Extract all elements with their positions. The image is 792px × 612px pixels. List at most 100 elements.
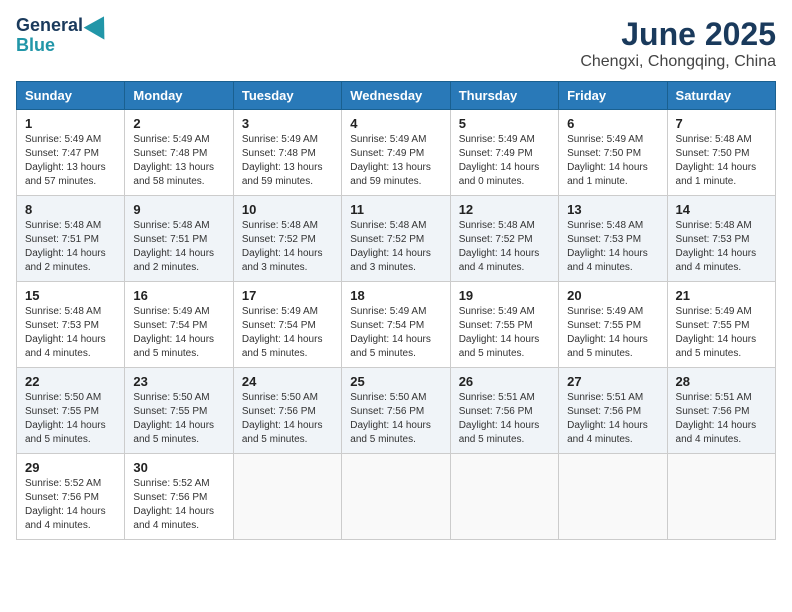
calendar-cell: 10Sunrise: 5:48 AM Sunset: 7:52 PM Dayli…: [233, 196, 341, 282]
calendar-cell: [342, 454, 450, 540]
day-number: 20: [567, 288, 658, 303]
day-info: Sunrise: 5:50 AM Sunset: 7:55 PM Dayligh…: [25, 391, 116, 447]
day-number: 26: [459, 374, 550, 389]
day-number: 9: [133, 202, 224, 217]
day-number: 3: [242, 116, 333, 131]
day-info: Sunrise: 5:50 AM Sunset: 7:56 PM Dayligh…: [242, 391, 333, 447]
calendar-cell: 18 Sunrise: 5:49 AM Sunset: 7:54 PM Dayli…: [342, 282, 450, 368]
day-number: 30: [133, 460, 224, 475]
day-number: 16: [133, 288, 224, 303]
page-header: General Blue June 2025 Chengxi, Chongqin…: [16, 16, 776, 71]
day-info: Sunrise: 5:48 AM Sunset: 7:52 PM Dayligh…: [350, 219, 441, 275]
day-number: 17: [242, 288, 333, 303]
calendar-cell: 27 Sunrise: 5:51 AM Sunset: 7:56 PM Dayli…: [559, 368, 667, 454]
calendar-cell: 14 Sunrise: 5:48 AM Sunset: 7:53 PM Dayli…: [667, 196, 775, 282]
calendar-cell: 5 Sunrise: 5:49 AM Sunset: 7:49 PM Daylig…: [450, 110, 558, 196]
day-number: 2: [133, 116, 224, 131]
calendar-week-row: 22 Sunrise: 5:50 AM Sunset: 7:55 PM Dayli…: [17, 368, 776, 454]
day-info: Sunrise: 5:50 AM Sunset: 7:55 PM Dayligh…: [133, 391, 224, 447]
day-info: Sunrise: 5:49 AM Sunset: 7:48 PM Dayligh…: [133, 133, 224, 189]
day-info: Sunrise: 5:48 AM Sunset: 7:51 PM Dayligh…: [133, 219, 224, 275]
day-number: 8: [25, 202, 116, 217]
calendar-cell: 24Sunrise: 5:50 AM Sunset: 7:56 PM Dayli…: [233, 368, 341, 454]
day-number: 1: [25, 116, 116, 131]
calendar-table: SundayMondayTuesdayWednesdayThursdayFrid…: [16, 81, 776, 540]
calendar-cell: 6Sunrise: 5:49 AM Sunset: 7:50 PM Daylig…: [559, 110, 667, 196]
day-number: 19: [459, 288, 550, 303]
day-number: 25: [350, 374, 441, 389]
day-number: 27: [567, 374, 658, 389]
day-number: 28: [676, 374, 767, 389]
day-number: 4: [350, 116, 441, 131]
day-info: Sunrise: 5:49 AM Sunset: 7:48 PM Dayligh…: [242, 133, 333, 189]
day-info: Sunrise: 5:51 AM Sunset: 7:56 PM Dayligh…: [676, 391, 767, 447]
calendar-cell: 7 Sunrise: 5:48 AM Sunset: 7:50 PM Daylig…: [667, 110, 775, 196]
day-info: Sunrise: 5:49 AM Sunset: 7:49 PM Dayligh…: [350, 133, 441, 189]
day-number: 5: [459, 116, 550, 131]
calendar-week-row: 8 Sunrise: 5:48 AM Sunset: 7:51 PM Daylig…: [17, 196, 776, 282]
calendar-day-header: Sunday: [17, 82, 125, 110]
calendar-cell: 30 Sunrise: 5:52 AM Sunset: 7:56 PM Dayli…: [125, 454, 233, 540]
day-info: Sunrise: 5:48 AM Sunset: 7:53 PM Dayligh…: [676, 219, 767, 275]
calendar-cell: 1 Sunrise: 5:49 AM Sunset: 7:47 PM Daylig…: [17, 110, 125, 196]
calendar-cell: 2 Sunrise: 5:49 AM Sunset: 7:48 PM Daylig…: [125, 110, 233, 196]
logo-text-blue: Blue: [16, 36, 55, 56]
calendar-cell: 4 Sunrise: 5:49 AM Sunset: 7:49 PM Daylig…: [342, 110, 450, 196]
logo-triangle-icon: [84, 10, 115, 39]
day-number: 21: [676, 288, 767, 303]
calendar-week-row: 15Sunrise: 5:48 AM Sunset: 7:53 PM Dayli…: [17, 282, 776, 368]
calendar-week-row: 1 Sunrise: 5:49 AM Sunset: 7:47 PM Daylig…: [17, 110, 776, 196]
day-number: 22: [25, 374, 116, 389]
calendar-cell: 8 Sunrise: 5:48 AM Sunset: 7:51 PM Daylig…: [17, 196, 125, 282]
calendar-cell: 28 Sunrise: 5:51 AM Sunset: 7:56 PM Dayli…: [667, 368, 775, 454]
day-number: 7: [676, 116, 767, 131]
calendar-cell: 19 Sunrise: 5:49 AM Sunset: 7:55 PM Dayli…: [450, 282, 558, 368]
page-title: June 2025: [580, 16, 776, 53]
calendar-day-header: Saturday: [667, 82, 775, 110]
calendar-cell: 17Sunrise: 5:49 AM Sunset: 7:54 PM Dayli…: [233, 282, 341, 368]
day-info: Sunrise: 5:49 AM Sunset: 7:55 PM Dayligh…: [459, 305, 550, 361]
calendar-cell: 20Sunrise: 5:49 AM Sunset: 7:55 PM Dayli…: [559, 282, 667, 368]
calendar-day-header: Friday: [559, 82, 667, 110]
day-info: Sunrise: 5:49 AM Sunset: 7:50 PM Dayligh…: [567, 133, 658, 189]
calendar-cell: [450, 454, 558, 540]
calendar-cell: 21 Sunrise: 5:49 AM Sunset: 7:55 PM Dayli…: [667, 282, 775, 368]
day-number: 14: [676, 202, 767, 217]
day-info: Sunrise: 5:51 AM Sunset: 7:56 PM Dayligh…: [459, 391, 550, 447]
day-info: Sunrise: 5:48 AM Sunset: 7:51 PM Dayligh…: [25, 219, 116, 275]
day-info: Sunrise: 5:48 AM Sunset: 7:53 PM Dayligh…: [567, 219, 658, 275]
day-info: Sunrise: 5:48 AM Sunset: 7:52 PM Dayligh…: [459, 219, 550, 275]
day-info: Sunrise: 5:50 AM Sunset: 7:56 PM Dayligh…: [350, 391, 441, 447]
calendar-cell: 3 Sunrise: 5:49 AM Sunset: 7:48 PM Daylig…: [233, 110, 341, 196]
calendar-cell: 26 Sunrise: 5:51 AM Sunset: 7:56 PM Dayli…: [450, 368, 558, 454]
calendar-cell: 13Sunrise: 5:48 AM Sunset: 7:53 PM Dayli…: [559, 196, 667, 282]
day-info: Sunrise: 5:51 AM Sunset: 7:56 PM Dayligh…: [567, 391, 658, 447]
day-info: Sunrise: 5:49 AM Sunset: 7:55 PM Dayligh…: [676, 305, 767, 361]
calendar-cell: 9 Sunrise: 5:48 AM Sunset: 7:51 PM Daylig…: [125, 196, 233, 282]
day-info: Sunrise: 5:52 AM Sunset: 7:56 PM Dayligh…: [25, 477, 116, 533]
day-info: Sunrise: 5:49 AM Sunset: 7:49 PM Dayligh…: [459, 133, 550, 189]
day-number: 18: [350, 288, 441, 303]
logo: General Blue: [16, 16, 111, 56]
day-number: 15: [25, 288, 116, 303]
calendar-cell: 25 Sunrise: 5:50 AM Sunset: 7:56 PM Dayli…: [342, 368, 450, 454]
calendar-day-header: Monday: [125, 82, 233, 110]
calendar-cell: [667, 454, 775, 540]
calendar-cell: 22 Sunrise: 5:50 AM Sunset: 7:55 PM Dayli…: [17, 368, 125, 454]
day-info: Sunrise: 5:49 AM Sunset: 7:54 PM Dayligh…: [350, 305, 441, 361]
day-info: Sunrise: 5:52 AM Sunset: 7:56 PM Dayligh…: [133, 477, 224, 533]
calendar-cell: 29 Sunrise: 5:52 AM Sunset: 7:56 PM Dayli…: [17, 454, 125, 540]
page-subtitle: Chengxi, Chongqing, China: [580, 53, 776, 71]
day-number: 12: [459, 202, 550, 217]
calendar-day-header: Thursday: [450, 82, 558, 110]
day-number: 29: [25, 460, 116, 475]
calendar-week-row: 29 Sunrise: 5:52 AM Sunset: 7:56 PM Dayli…: [17, 454, 776, 540]
day-info: Sunrise: 5:48 AM Sunset: 7:50 PM Dayligh…: [676, 133, 767, 189]
calendar-cell: 15Sunrise: 5:48 AM Sunset: 7:53 PM Dayli…: [17, 282, 125, 368]
day-number: 23: [133, 374, 224, 389]
calendar-header-row: SundayMondayTuesdayWednesdayThursdayFrid…: [17, 82, 776, 110]
day-info: Sunrise: 5:48 AM Sunset: 7:52 PM Dayligh…: [242, 219, 333, 275]
calendar-day-header: Wednesday: [342, 82, 450, 110]
day-info: Sunrise: 5:49 AM Sunset: 7:47 PM Dayligh…: [25, 133, 116, 189]
calendar-day-header: Tuesday: [233, 82, 341, 110]
